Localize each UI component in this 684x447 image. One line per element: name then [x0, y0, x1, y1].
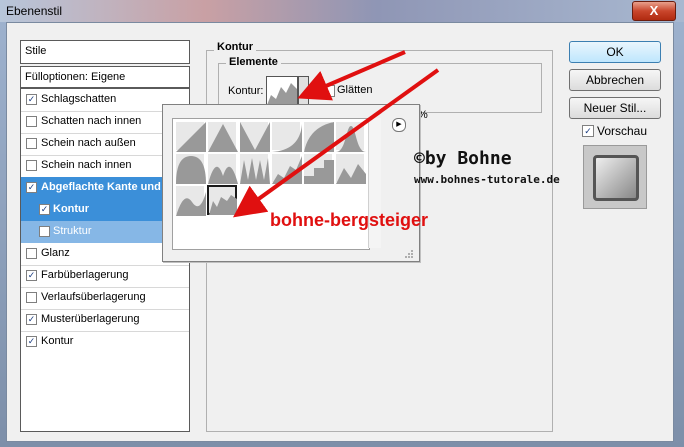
effect-label: Musterüberlagerung [41, 313, 140, 325]
effect-label: Schatten nach innen [41, 115, 142, 127]
effect-item-pattern-overlay[interactable]: ✓ Musterüberlagerung [21, 309, 189, 331]
watermark-url: www.bohnes-tutorale.de [414, 173, 560, 186]
checkbox[interactable]: ✓ [26, 94, 37, 105]
preview-label: Vorschau [597, 124, 648, 138]
contour-group-title: Kontur [214, 41, 257, 53]
effect-item-stroke[interactable]: ✓ Kontur [21, 331, 189, 353]
contour-rolling-slope[interactable] [271, 153, 302, 184]
contour-wave[interactable] [175, 185, 206, 216]
contour-label: Kontur: [228, 85, 264, 97]
effect-item-gradient-overlay[interactable]: Verlaufsüberlagerung [21, 287, 189, 309]
checkbox[interactable]: ✓ [39, 204, 50, 215]
window-title: Ebenenstil [6, 4, 63, 18]
elements-group-title: Elemente [226, 56, 281, 68]
effect-label: Kontur [53, 203, 90, 215]
contour-picker[interactable] [266, 76, 298, 106]
effect-label: Schein nach innen [41, 159, 132, 171]
resize-grip-icon[interactable] [404, 249, 414, 259]
effect-label: Schlagschatten [41, 93, 117, 105]
styles-header[interactable]: Stile [20, 40, 190, 64]
effect-label: Schein nach außen [41, 137, 136, 149]
smooth-checkbox[interactable] [323, 85, 335, 97]
layer-style-window: Ebenenstil X Stile Fülloptionen: Eigene … [0, 0, 684, 447]
checkbox[interactable]: ✓ [26, 336, 37, 347]
contour-sawtooth[interactable] [335, 153, 366, 184]
smooth-label: Glätten [337, 84, 373, 96]
title-bar: Ebenenstil X [0, 0, 684, 22]
checkbox[interactable] [26, 248, 37, 259]
checkbox[interactable]: ✓ [26, 270, 37, 281]
contour-menu-arrow-icon[interactable]: ▶ [392, 118, 406, 132]
checkbox[interactable] [26, 292, 37, 303]
contour-bohne-bergsteiger[interactable] [207, 185, 237, 215]
cancel-button[interactable]: Abbrechen [569, 69, 661, 91]
watermark-author: ©by Bohne [414, 148, 512, 169]
fill-options-item[interactable]: Fülloptionen: Eigene [20, 66, 190, 88]
checkbox[interactable]: ✓ [26, 182, 37, 193]
contour-dropdown-button[interactable] [298, 76, 309, 106]
contour-rounded-steps[interactable] [303, 153, 334, 184]
preview-swatch [593, 155, 639, 201]
contour-name-annotation: bohne-bergsteiger [270, 210, 429, 230]
effect-label: Abgeflachte Kante und R [41, 181, 172, 193]
contour-ring[interactable] [207, 153, 238, 184]
effect-label: Struktur [53, 225, 92, 237]
checkbox[interactable] [26, 138, 37, 149]
contour-ring-double[interactable] [239, 153, 270, 184]
fill-options-label: Fülloptionen: Eigene [25, 71, 126, 83]
style-preview-thumbnail [583, 145, 647, 209]
effect-label: Kontur [41, 335, 74, 347]
preview-checkbox[interactable]: ✓ [582, 125, 594, 137]
styles-label: Stile [25, 45, 47, 57]
checkbox[interactable] [26, 160, 37, 171]
contour-linear[interactable] [175, 121, 206, 152]
checkbox[interactable]: ✓ [26, 314, 37, 325]
contour-cone-inverted[interactable] [239, 121, 270, 152]
close-button[interactable]: X [632, 1, 676, 21]
contour-cove-shallow[interactable] [303, 121, 334, 152]
contour-thumbnail-icon [267, 83, 297, 105]
checkbox[interactable] [39, 226, 50, 237]
effect-item-color-overlay[interactable]: ✓ Farbüberlagerung [21, 265, 189, 287]
checkbox[interactable] [26, 116, 37, 127]
effect-label: Farbüberlagerung [41, 269, 129, 281]
effect-label: Verlaufsüberlagerung [41, 291, 146, 303]
contour-cove-deep[interactable] [271, 121, 302, 152]
contour-cone[interactable] [207, 121, 238, 152]
new-style-button[interactable]: Neuer Stil... [569, 97, 661, 119]
ok-button[interactable]: OK [569, 41, 661, 63]
contour-gaussian[interactable] [335, 121, 366, 152]
effect-label: Glanz [41, 247, 70, 259]
contour-half-round[interactable] [175, 153, 206, 184]
